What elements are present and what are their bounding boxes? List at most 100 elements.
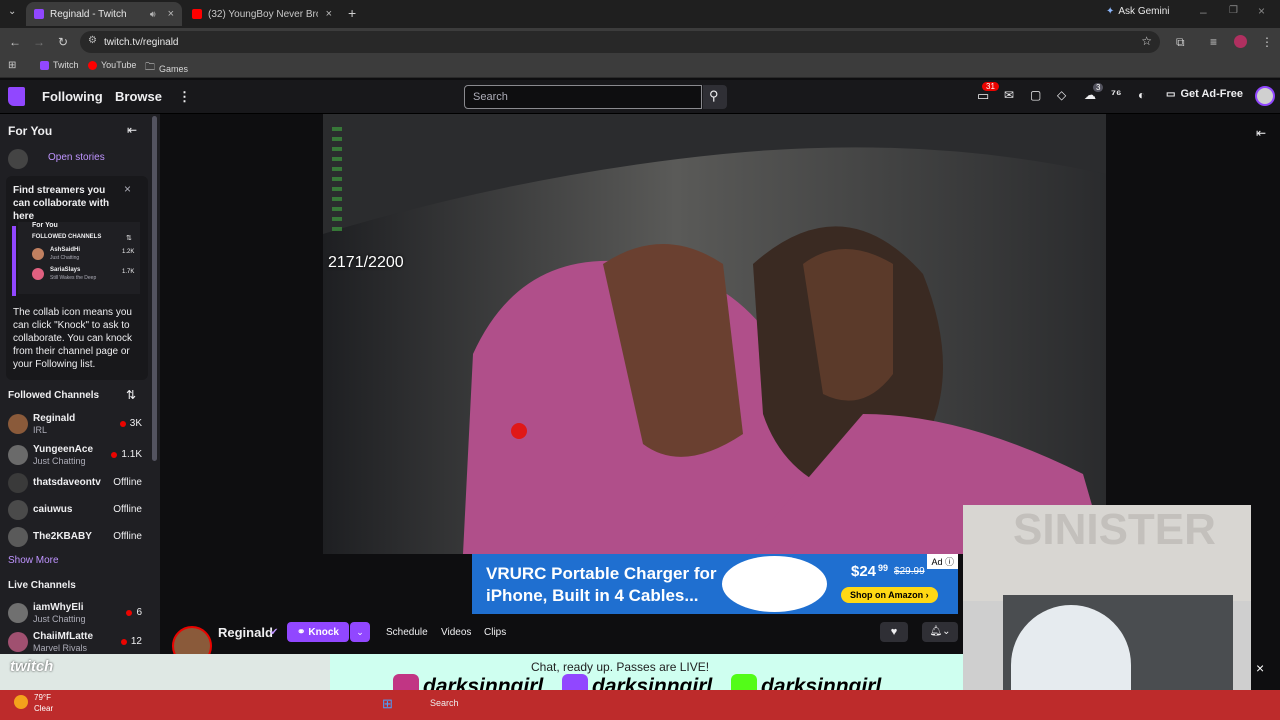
close-overlay-icon[interactable]: ×	[1256, 660, 1264, 676]
shop-on-amazon-button[interactable]: Shop on Amazon ›	[841, 587, 938, 603]
weather-icon[interactable]	[14, 695, 28, 709]
channel-name: ChaiiMfLatte	[33, 631, 93, 642]
nav-following[interactable]: Following	[42, 89, 103, 104]
prime-icon[interactable]: ◐	[1138, 88, 1145, 102]
nav-browse[interactable]: Browse	[115, 89, 162, 104]
avatar	[8, 603, 28, 623]
youtube-favicon-icon	[192, 9, 202, 19]
ask-gemini-button[interactable]: ✦ Ask Gemini	[1106, 6, 1170, 17]
close-window-icon[interactable]: ×	[1258, 4, 1265, 18]
whispers-icon[interactable]: ✉︎	[1004, 88, 1014, 102]
get-ad-free-button[interactable]: ▭ Get Ad-Free	[1166, 88, 1243, 100]
videos-link[interactable]: Videos	[441, 627, 471, 638]
stream-frame-illustration	[323, 114, 1106, 554]
address-bar[interactable]: ⚙︎ twitch.tv/reginald ☆	[80, 31, 1160, 53]
maximize-icon[interactable]: ❐	[1229, 5, 1238, 16]
tip-preview-viewers: 1.2K	[122, 249, 135, 255]
ad-info-icon[interactable]: ⓘ	[945, 557, 954, 567]
user-avatar[interactable]	[1255, 86, 1275, 106]
overlay-message: Chat, ready up. Passes are LIVE!	[531, 660, 710, 674]
weather-condition: Clear	[34, 704, 54, 713]
ad-banner[interactable]: VRURC Portable Charger for iPhone, Built…	[472, 554, 958, 614]
taskbar: 79°F Clear ⊞ Search	[0, 690, 1280, 720]
follow-heart-button[interactable]: ♥	[880, 622, 908, 642]
search-input[interactable]: Search	[464, 85, 702, 109]
live-channel-chaiimflatte[interactable]: ChaiiMfLatte Marvel Rivals 12	[8, 629, 148, 654]
schedule-link[interactable]: Schedule	[386, 627, 428, 638]
knock-button[interactable]: ⚭ Knock	[287, 622, 349, 642]
expand-chat-icon[interactable]: ⇤	[1256, 126, 1266, 140]
taskbar-search[interactable]: Search	[430, 698, 459, 708]
sort-icon[interactable]: ⇅	[126, 388, 136, 402]
tip-title: Find streamers you can collaborate with …	[13, 185, 110, 222]
close-tip-icon[interactable]: ×	[124, 182, 131, 196]
channel-name[interactable]: Reginald	[218, 625, 273, 640]
reload-icon[interactable]: ↻	[58, 35, 68, 49]
rewards-icon[interactable]: ⁷⁶	[1111, 87, 1121, 101]
knock-dropdown-icon[interactable]: ⌄	[350, 622, 370, 642]
notification-bell-button[interactable]: 🔔︎⌄	[922, 622, 958, 642]
video-player[interactable]: 2171/2200	[323, 114, 1106, 554]
new-tab-icon[interactable]: +	[348, 5, 356, 21]
collab-icon: ⚭	[297, 626, 306, 638]
bookmark-twitch[interactable]: Twitch	[40, 60, 79, 70]
bookmark-youtube[interactable]: YouTube	[88, 60, 136, 70]
profile-avatar[interactable]	[1234, 35, 1247, 48]
followed-channel-thatsdaveontv[interactable]: thatsdaveontv Offline	[8, 470, 148, 496]
close-tab-icon[interactable]: ×	[168, 8, 174, 20]
extensions-icon[interactable]: ⧉	[1176, 35, 1185, 50]
minimize-icon[interactable]: –	[1200, 5, 1207, 19]
followed-channel-reginald[interactable]: Reginald IRL 3K	[8, 411, 148, 437]
browser-tab-strip: ⌄ Reginald - Twitch 🔊︎ × (32) YoungBoy N…	[0, 0, 1280, 28]
forward-icon[interactable]: →	[33, 35, 45, 49]
weather-temp: 79°F	[34, 693, 51, 702]
stories-avatar[interactable]	[8, 149, 28, 169]
sidebar: For You ⇤ Open stories Find streamers yo…	[0, 114, 160, 654]
avatar	[8, 500, 28, 520]
open-stories-link[interactable]: Open stories	[48, 152, 105, 163]
live-channel-iamwhyeli[interactable]: iamWhyEli Just Chatting 6	[8, 600, 148, 626]
browser-toolbar: ← → ↻ ⚙︎ twitch.tv/reginald ☆ ⧉ ≡ ⋮	[0, 28, 1280, 56]
tab-search-icon[interactable]: ⌄	[8, 6, 16, 17]
notification-badge: 31	[982, 82, 999, 91]
tip-preview-header: For You	[32, 222, 58, 229]
collab-tip-card: Find streamers you can collaborate with …	[6, 176, 148, 380]
ad-headline-line: iPhone, Built in 4 Cables...	[486, 586, 699, 605]
crown-icon[interactable]: ◇	[1057, 88, 1066, 102]
avatar	[8, 632, 28, 652]
tab-twitch[interactable]: Reginald - Twitch 🔊︎ ×	[26, 2, 182, 26]
clips-link[interactable]: Clips	[484, 627, 506, 638]
twitch-logo-icon[interactable]	[8, 87, 25, 106]
tab-audio-icon[interactable]: 🔊︎	[150, 9, 156, 20]
close-tab-icon[interactable]: ×	[326, 8, 332, 20]
apps-grid-icon[interactable]: ⊞	[8, 60, 16, 71]
ad-free-icon: ▭	[1166, 88, 1176, 100]
tip-preview-sort-icon: ⇅	[126, 235, 132, 242]
followed-channel-yungeenace[interactable]: YungeenAce Just Chatting 1.1K	[8, 442, 148, 468]
chat-badges	[332, 127, 342, 237]
menu-icon[interactable]: ⋮	[1261, 35, 1273, 49]
tab-youtube[interactable]: (32) YoungBoy Never Broke Ag ×	[184, 2, 340, 26]
bookmark-games-folder[interactable]: 🗀︎ Games	[145, 60, 188, 77]
tab-title: Reginald - Twitch	[50, 8, 127, 20]
wall-sign: SINISTER	[1013, 505, 1216, 554]
channel-game: IRL	[33, 425, 48, 435]
followed-channel-the2kbaby[interactable]: The2KBABY Offline	[8, 524, 148, 550]
followed-channel-caiuwus[interactable]: caiuwus Offline	[8, 497, 148, 523]
more-icon[interactable]: ⋮	[178, 89, 191, 105]
media-icon[interactable]: ≡	[1210, 35, 1217, 49]
bookmark-star-icon[interactable]: ☆	[1141, 34, 1152, 48]
collapse-sidebar-icon[interactable]: ⇤	[127, 123, 137, 137]
back-icon[interactable]: ←	[9, 35, 21, 49]
channel-game: Just Chatting	[33, 614, 86, 624]
chat-icon[interactable]: ▢	[1030, 88, 1041, 102]
followed-channels-heading: Followed Channels	[8, 390, 100, 401]
youtube-icon	[88, 60, 97, 70]
search-button[interactable]: ⚲	[703, 85, 727, 109]
sidebar-scrollbar[interactable]	[152, 116, 157, 461]
tip-preview-viewers: 1.7K	[122, 269, 135, 275]
show-more-link[interactable]: Show More	[8, 555, 59, 566]
windows-start-icon[interactable]: ⊞	[382, 696, 393, 712]
site-info-icon[interactable]: ⚙︎	[88, 35, 97, 46]
tip-preview: For You FOLLOWED CHANNELS ⇅ AshSaidHi Ju…	[18, 222, 140, 294]
